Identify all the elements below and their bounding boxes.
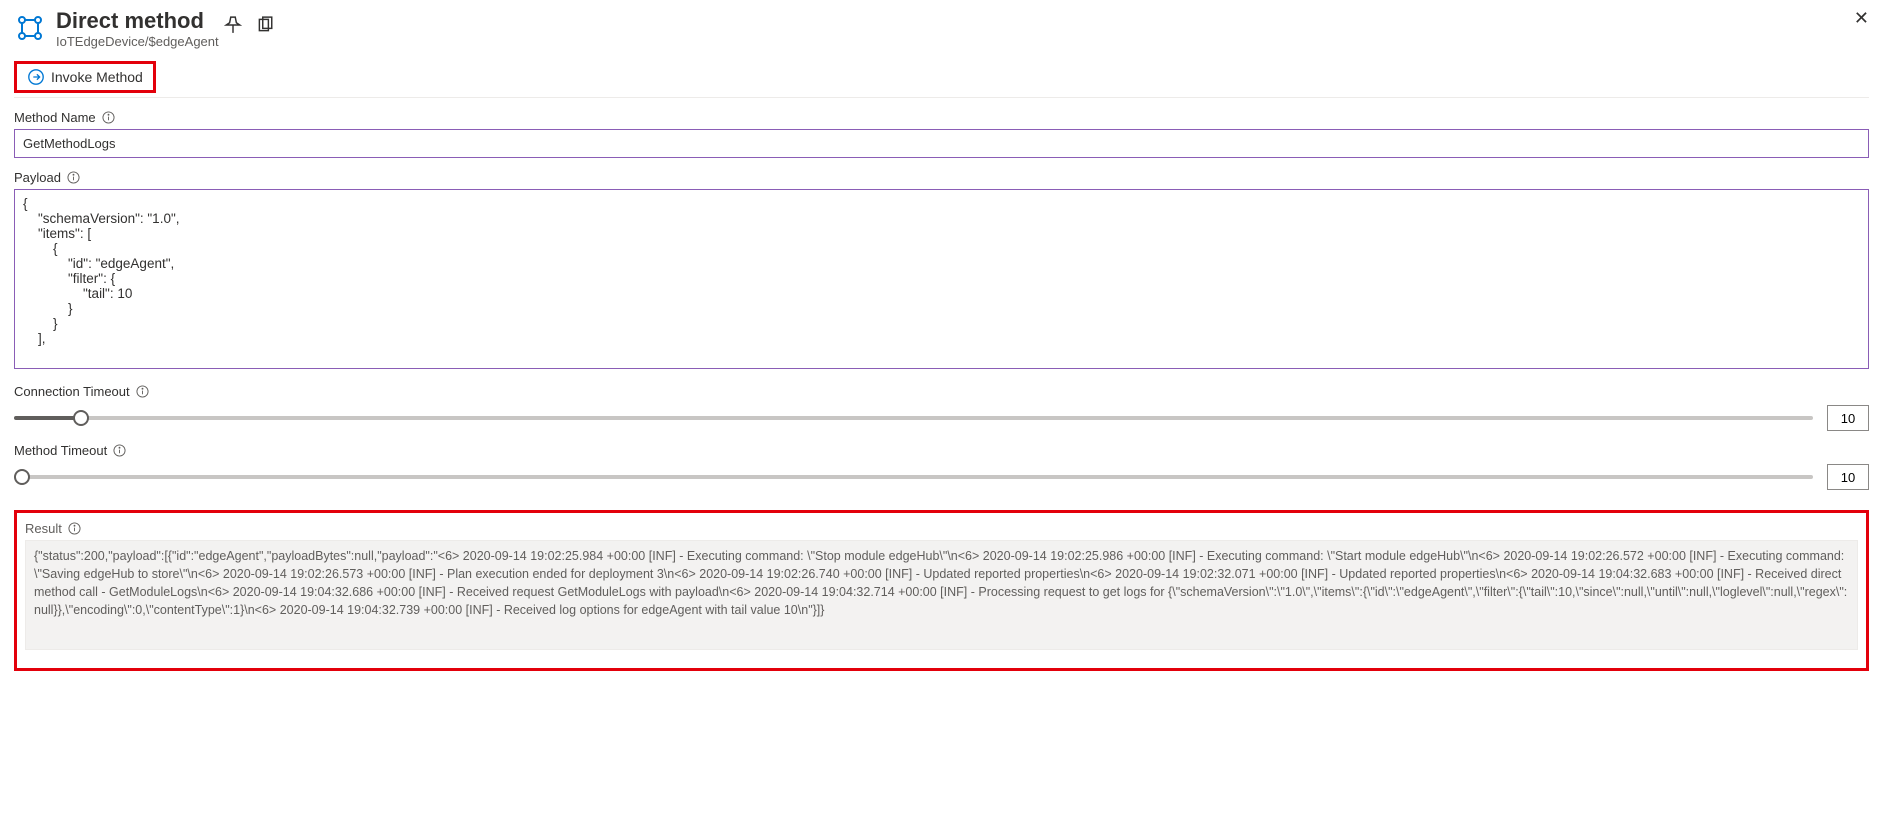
breadcrumb: IoTEdgeDevice/$edgeAgent (56, 34, 1869, 49)
result-label: Result (25, 521, 62, 536)
invoke-method-label: Invoke Method (51, 69, 143, 85)
method-name-label: Method Name (14, 110, 96, 125)
toolbar: Invoke Method (14, 61, 1869, 98)
result-block: Result {"status":200,"payload":[{"id":"e… (14, 510, 1869, 671)
invoke-arrow-icon (27, 68, 45, 86)
invoke-method-button[interactable]: Invoke Method (14, 61, 156, 93)
connection-timeout-field: Connection Timeout (14, 384, 1869, 431)
close-button[interactable]: ✕ (1854, 8, 1869, 29)
info-icon[interactable] (102, 111, 115, 124)
method-timeout-slider[interactable] (14, 475, 1813, 479)
page-title: Direct method (56, 8, 204, 34)
connection-timeout-slider[interactable] (14, 416, 1813, 420)
payload-label: Payload (14, 170, 61, 185)
info-icon[interactable] (67, 171, 80, 184)
direct-method-icon (14, 12, 46, 44)
info-icon[interactable] (113, 444, 126, 457)
method-timeout-field: Method Timeout (14, 443, 1869, 490)
result-output: {"status":200,"payload":[{"id":"edgeAgen… (25, 540, 1858, 650)
copy-icon[interactable] (256, 16, 274, 34)
payload-textarea[interactable] (14, 189, 1869, 369)
connection-timeout-label: Connection Timeout (14, 384, 130, 399)
method-name-field: Method Name (14, 110, 1869, 158)
info-icon[interactable] (136, 385, 149, 398)
payload-field: Payload (14, 170, 1869, 372)
page-header: Direct method IoTEdgeDevice/$edgeAgent ✕ (14, 8, 1869, 49)
info-icon[interactable] (68, 522, 81, 535)
connection-timeout-value[interactable] (1827, 405, 1869, 431)
method-timeout-value[interactable] (1827, 464, 1869, 490)
method-timeout-label: Method Timeout (14, 443, 107, 458)
method-name-input[interactable] (14, 129, 1869, 158)
pin-icon[interactable] (224, 16, 242, 34)
